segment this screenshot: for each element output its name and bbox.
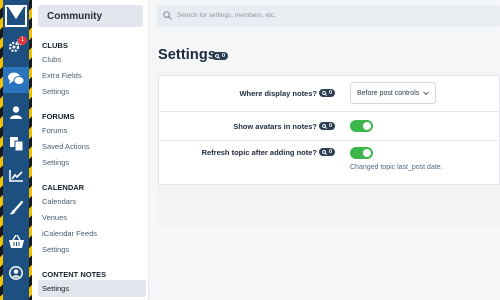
- sidebar-item-content-notes-settings[interactable]: Settings: [38, 280, 146, 297]
- search-input[interactable]: Search for settings, members, etc.: [177, 12, 276, 19]
- phrase-tag[interactable]: 0: [319, 122, 336, 130]
- tag-count: 0: [222, 53, 226, 59]
- sidebar-title: Community: [38, 5, 143, 27]
- setting-label-show-avatars: Show avatars in notes?: [233, 122, 317, 131]
- sidebar-item-saved-actions[interactable]: Saved Actions: [42, 142, 90, 151]
- notification-badge: 1: [18, 36, 27, 45]
- phrase-tag[interactable]: 0: [319, 148, 336, 156]
- sidebar-item-forums[interactable]: Forums: [42, 126, 67, 135]
- rail-item-statistics[interactable]: [3, 164, 29, 190]
- section-title-forums: FORUMS: [42, 112, 75, 121]
- search-icon: [322, 90, 327, 96]
- search-icon: [322, 149, 327, 155]
- logo-icon[interactable]: [3, 3, 29, 29]
- basket-icon: [8, 234, 24, 250]
- section-title-content-notes: CONTENT NOTES: [42, 270, 107, 279]
- rail-item-appearance[interactable]: [3, 196, 29, 222]
- brush-icon: [9, 200, 24, 217]
- search-icon: [163, 11, 172, 22]
- refresh-topic-toggle[interactable]: [350, 147, 373, 159]
- page-title: Settings: [158, 47, 216, 63]
- rail-item-commerce[interactable]: [3, 229, 29, 255]
- rail-item-content[interactable]: [3, 132, 29, 158]
- comments-icon: [8, 72, 25, 88]
- row-divider: [159, 111, 500, 112]
- phrase-tag[interactable]: 0: [212, 52, 229, 60]
- chart-line-icon: [9, 170, 23, 184]
- rail-item-account[interactable]: [3, 261, 29, 287]
- tag-count: 0: [329, 149, 333, 155]
- sidebar-item-calendars[interactable]: Calendars: [42, 197, 76, 206]
- tag-count: 0: [329, 123, 333, 129]
- sidebar-item-calendar-settings[interactable]: Settings: [42, 245, 69, 254]
- chevron-down-icon: [422, 89, 430, 99]
- card-footer: [158, 184, 500, 226]
- phrase-tag[interactable]: 0: [319, 89, 336, 97]
- rail-item-community[interactable]: [3, 67, 29, 93]
- search-icon: [215, 53, 220, 59]
- section-title-clubs: CLUBS: [42, 41, 68, 50]
- sidebar-item-icalendar-feeds[interactable]: iCalendar Feeds: [42, 229, 97, 238]
- sidebar-item-venues[interactable]: Venues: [42, 213, 67, 222]
- copy-icon: [9, 137, 23, 153]
- user-icon: [10, 105, 22, 121]
- sidebar-item-forums-settings[interactable]: Settings: [42, 158, 69, 167]
- sidebar-item-extra-fields[interactable]: Extra Fields: [42, 71, 82, 80]
- section-title-calendar: CALENDAR: [42, 183, 85, 192]
- select-value: Before post controls: [357, 90, 420, 97]
- refresh-topic-hint: Changed topic last_post date.: [350, 164, 443, 171]
- sidebar-item-clubs-settings[interactable]: Settings: [42, 87, 69, 96]
- icon-rail: 1: [0, 0, 32, 300]
- setting-label-display-notes: Where display notes?: [239, 89, 317, 98]
- display-notes-select[interactable]: Before post controls: [350, 82, 436, 104]
- rail-item-users[interactable]: [3, 100, 29, 126]
- row-divider: [159, 140, 500, 141]
- user-circle-icon: [9, 266, 23, 282]
- setting-label-refresh-topic: Refresh topic after adding note?: [201, 148, 317, 157]
- tag-count: 0: [329, 90, 333, 96]
- search-bar[interactable]: Search for settings, members, etc.: [157, 5, 500, 27]
- sidebar: Community CLUBS Clubs Extra Fields Setti…: [32, 0, 149, 300]
- search-icon: [322, 123, 327, 129]
- sidebar-item-clubs[interactable]: Clubs: [42, 55, 61, 64]
- rail-item-setup[interactable]: 1: [3, 34, 29, 60]
- show-avatars-toggle[interactable]: [350, 120, 373, 132]
